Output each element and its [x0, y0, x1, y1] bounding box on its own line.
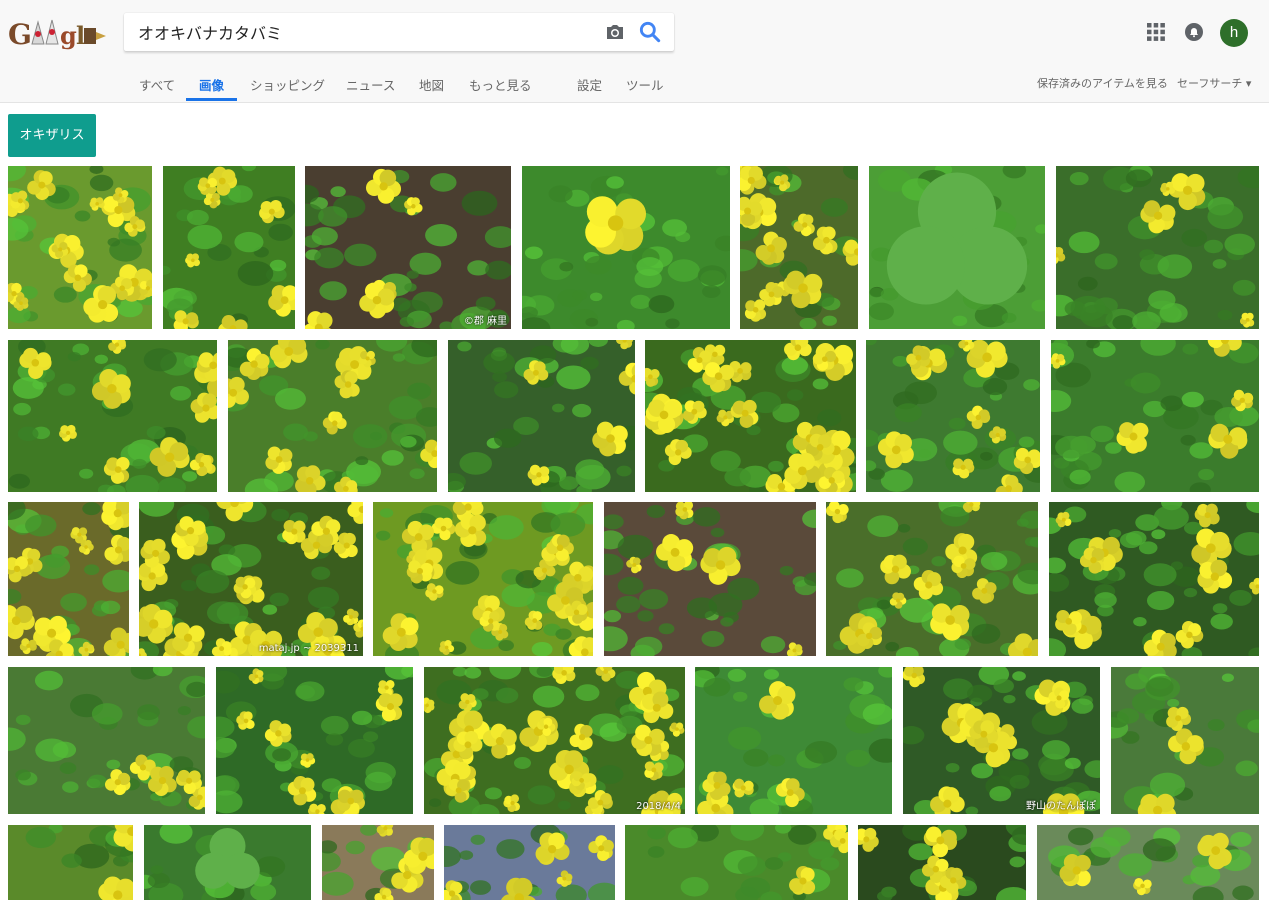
result-image-8[interactable]	[8, 340, 217, 492]
result-image-18[interactable]	[826, 502, 1038, 656]
result-image-15[interactable]: mataj.jp ~ 2039311	[139, 502, 363, 656]
image-watermark: mataj.jp ~ 2039311	[258, 643, 359, 654]
image-watermark: 野山のたんぽぽ	[1026, 801, 1096, 812]
result-image-11[interactable]	[645, 340, 856, 492]
image-watermark: ©郡 麻里	[463, 316, 507, 327]
tab-images[interactable]: 画像	[199, 75, 224, 94]
image-watermark: 2018/4/4	[636, 801, 681, 812]
tab-maps[interactable]: 地図	[419, 75, 444, 94]
search-input[interactable]	[138, 13, 598, 51]
svg-text:g: g	[60, 21, 77, 50]
result-image-12[interactable]	[866, 340, 1040, 492]
result-image-16[interactable]	[373, 502, 593, 656]
result-image-17[interactable]	[604, 502, 816, 656]
notifications-bell-icon[interactable]	[1183, 21, 1205, 43]
tab-tools[interactable]: ツール	[626, 75, 664, 94]
result-image-5[interactable]	[740, 166, 858, 329]
result-image-19[interactable]	[1049, 502, 1259, 656]
result-image-23[interactable]	[695, 667, 892, 814]
result-image-9[interactable]	[228, 340, 437, 492]
result-image-25[interactable]	[1111, 667, 1259, 814]
result-image-24[interactable]: 野山のたんぽぽ	[903, 667, 1100, 814]
result-image-3[interactable]: ©郡 麻里	[305, 166, 511, 329]
header-bar: G g l h すべて 画像 ショッピング	[0, 0, 1269, 103]
search-icon[interactable]	[637, 19, 663, 45]
tab-settings[interactable]: 設定	[577, 75, 602, 94]
result-image-21[interactable]	[216, 667, 413, 814]
result-image-14[interactable]	[8, 502, 129, 656]
search-box	[124, 13, 674, 51]
account-avatar[interactable]: h	[1220, 19, 1248, 47]
result-image-1[interactable]	[8, 166, 152, 329]
tab-news[interactable]: ニュース	[346, 75, 395, 94]
result-image-30[interactable]	[625, 825, 848, 900]
tab-all[interactable]: すべて	[139, 75, 175, 94]
tab-shopping[interactable]: ショッピング	[250, 75, 325, 94]
result-image-26[interactable]	[8, 825, 133, 900]
tab-more[interactable]: もっと見る	[469, 75, 532, 94]
result-image-7[interactable]	[1056, 166, 1259, 329]
svg-text:l: l	[76, 21, 85, 50]
result-image-13[interactable]	[1051, 340, 1259, 492]
related-search-chip[interactable]: オキザリス	[8, 114, 96, 157]
image-results-grid: ©郡 麻里 mataj.jp ~ 2039311 2018/4/4 野山のたんぽぽ	[0, 0, 1269, 900]
result-image-32[interactable]	[1037, 825, 1259, 900]
result-image-10[interactable]	[448, 340, 635, 492]
svg-text:G: G	[8, 18, 32, 51]
result-image-27[interactable]	[144, 825, 311, 900]
result-image-4[interactable]	[522, 166, 730, 329]
result-image-6[interactable]	[869, 166, 1045, 329]
result-image-20[interactable]	[8, 667, 205, 814]
result-image-28[interactable]	[322, 825, 434, 900]
active-tab-indicator	[186, 98, 237, 101]
safesearch-menu[interactable]: セーフサーチ ▾	[1177, 75, 1251, 91]
apps-grid-icon[interactable]	[1146, 22, 1166, 42]
google-doodle-logo[interactable]: G g l	[8, 14, 108, 52]
result-image-31[interactable]	[858, 825, 1026, 900]
saved-items-link[interactable]: 保存済みのアイテムを見る	[1037, 75, 1168, 91]
result-image-29[interactable]	[444, 825, 615, 900]
camera-icon[interactable]	[602, 20, 628, 44]
result-image-2[interactable]	[163, 166, 295, 329]
result-image-22[interactable]: 2018/4/4	[424, 667, 685, 814]
